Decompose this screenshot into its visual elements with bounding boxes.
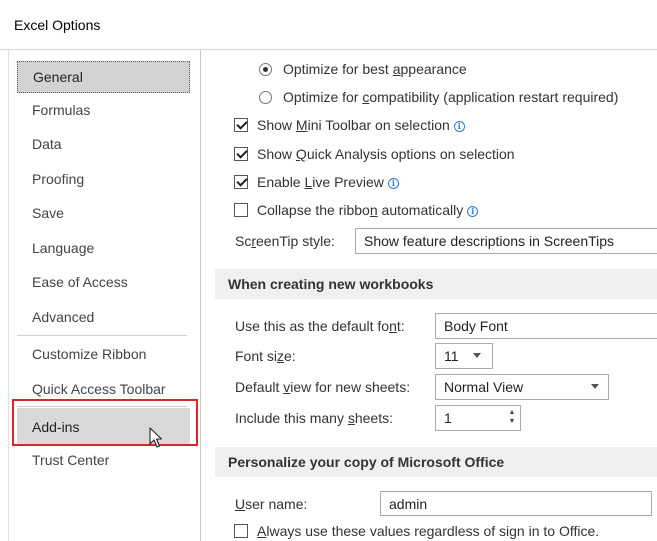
sidebar-item-label: Save (32, 205, 64, 221)
spinner-arrows-icon[interactable]: ▲ ▼ (508, 408, 516, 426)
checkbox-checked[interactable] (234, 175, 248, 189)
sidebar-item-data[interactable]: Data (17, 128, 190, 160)
radio-button[interactable] (259, 91, 272, 104)
default-font-dropdown[interactable]: Body Font (435, 313, 657, 339)
username-input[interactable]: admin (380, 491, 652, 516)
checkbox-always-use-values[interactable]: Always use these values regardless of si… (234, 523, 599, 539)
checkbox-checked[interactable] (234, 147, 248, 161)
section-heading-personalize: Personalize your copy of Microsoft Offic… (215, 447, 657, 477)
sidebar-item-label: Formulas (32, 102, 91, 118)
default-view-label: Default view for new sheets: (235, 379, 411, 395)
window-title: Excel Options (14, 17, 101, 33)
screentip-style-dropdown[interactable]: Show feature descriptions in ScreenTips (355, 228, 657, 254)
info-icon[interactable]: i (387, 178, 399, 189)
sidebar-item-proofing[interactable]: Proofing (17, 163, 190, 195)
checkbox-mini-toolbar[interactable]: Show Mini Toolbar on selection i (234, 117, 465, 133)
general-options-panel: Optimize for best appearance Optimize fo… (202, 50, 657, 541)
chevron-down-icon (473, 353, 481, 358)
mouse-pointer-icon (149, 427, 163, 452)
radio-compatibility[interactable]: Optimize for compatibility (application … (259, 89, 618, 105)
default-font-label: Use this as the default font: (235, 318, 405, 334)
sidebar-item-label: Advanced (32, 309, 95, 325)
sidebar-item-formulas[interactable]: Formulas (17, 94, 190, 126)
checkbox[interactable] (234, 203, 248, 217)
info-icon[interactable]: i (467, 206, 479, 217)
add-ins-highlight (12, 399, 198, 446)
sheets-count-stepper[interactable]: 1 ▲ ▼ (435, 405, 521, 431)
sidebar-item-label: Customize Ribbon (32, 346, 147, 362)
screentip-style-label: ScreenTip style: (235, 233, 335, 249)
checkbox-live-preview[interactable]: Enable Live Preview i (234, 174, 399, 190)
checkbox-quick-analysis[interactable]: Show Quick Analysis options on selection (234, 146, 515, 162)
sidebar-item-label: Language (32, 240, 95, 256)
info-icon[interactable]: i (453, 121, 465, 132)
sheets-count-label: Include this many sheets: (235, 410, 393, 426)
sidebar-item-save[interactable]: Save (17, 197, 190, 229)
sidebar-item-label: Data (32, 136, 62, 152)
section-heading-new-workbooks: When creating new workbooks (215, 269, 657, 299)
font-size-label: Font size: (235, 348, 296, 364)
checkbox[interactable] (234, 524, 248, 538)
options-sidebar: General Formulas Data Proofing Save Lang… (0, 50, 201, 541)
radio-best-appearance[interactable]: Optimize for best appearance (259, 61, 467, 77)
sidebar-item-label: Proofing (32, 171, 85, 187)
sidebar-item-customize-ribbon[interactable]: Customize Ribbon (17, 338, 190, 370)
sidebar-item-trust-center[interactable]: Trust Center (17, 444, 190, 476)
chevron-down-icon (591, 384, 599, 389)
sidebar-item-language[interactable]: Language (17, 232, 190, 264)
sidebar-item-label: Trust Center (32, 452, 110, 468)
title-bar: Excel Options (0, 0, 657, 50)
sidebar-divider (17, 335, 187, 336)
sidebar-item-label: Ease of Access (32, 274, 128, 290)
radio-button-selected[interactable] (259, 63, 272, 76)
font-size-dropdown[interactable]: 11 (435, 343, 493, 369)
sidebar-item-general[interactable]: General (17, 61, 190, 93)
checkbox-checked[interactable] (234, 118, 248, 132)
sidebar-item-ease-of-access[interactable]: Ease of Access (17, 266, 190, 298)
checkbox-collapse-ribbon[interactable]: Collapse the ribbon automatically i (234, 202, 479, 218)
sidebar-item-label: General (33, 69, 83, 85)
username-label: User name: (235, 496, 308, 512)
sidebar-item-label: Quick Access Toolbar (32, 381, 166, 397)
sidebar-item-advanced[interactable]: Advanced (17, 301, 190, 333)
default-view-dropdown[interactable]: Normal View (435, 374, 609, 400)
